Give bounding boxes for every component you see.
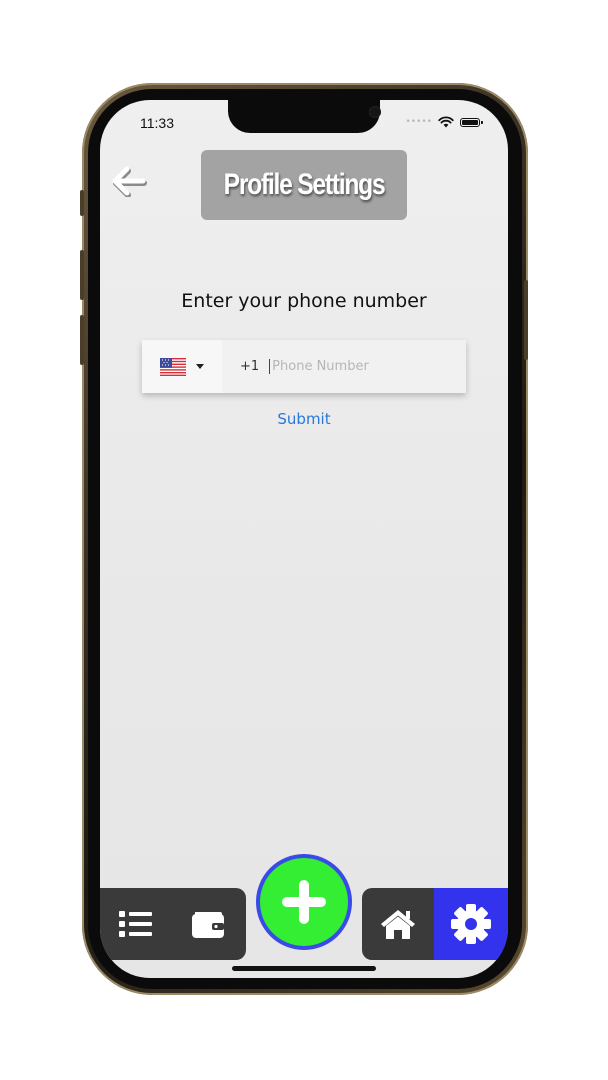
page-title-box: Profile Settings bbox=[201, 150, 407, 220]
side-button bbox=[80, 190, 84, 216]
arrow-left-icon bbox=[112, 166, 147, 197]
us-flag-icon bbox=[160, 357, 186, 376]
submit-button[interactable]: Submit bbox=[100, 410, 508, 428]
nav-wallet-button[interactable] bbox=[172, 888, 244, 960]
volume-down-button bbox=[80, 315, 84, 365]
notch bbox=[228, 100, 381, 133]
bottom-nav-right bbox=[362, 888, 508, 960]
signal-dots-icon: ••••• bbox=[405, 117, 432, 127]
back-button[interactable] bbox=[108, 160, 150, 202]
front-camera bbox=[369, 106, 381, 118]
phone-number-input[interactable] bbox=[269, 359, 433, 374]
app-screen: 11:33 ••••• Profile Settings Enter your … bbox=[100, 100, 508, 978]
list-icon bbox=[119, 911, 152, 937]
status-time: 11:33 bbox=[140, 115, 174, 131]
page-title: Profile Settings bbox=[223, 168, 386, 201]
power-button bbox=[524, 280, 528, 360]
nav-settings-button[interactable] bbox=[434, 888, 508, 960]
add-button[interactable] bbox=[256, 854, 352, 950]
home-icon bbox=[381, 910, 415, 939]
nav-list-button[interactable] bbox=[100, 888, 172, 960]
volume-up-button bbox=[80, 250, 84, 300]
gear-icon bbox=[451, 904, 491, 944]
wallet-icon bbox=[192, 912, 224, 938]
nav-home-button[interactable] bbox=[362, 888, 434, 960]
bottom-nav-left bbox=[100, 888, 246, 960]
phone-number-field: +1 bbox=[142, 340, 466, 393]
chevron-down-icon bbox=[196, 364, 204, 369]
home-indicator[interactable] bbox=[232, 966, 376, 971]
country-code-select[interactable] bbox=[142, 340, 222, 393]
phone-prompt: Enter your phone number bbox=[181, 290, 427, 312]
dial-code: +1 bbox=[240, 359, 260, 374]
battery-icon bbox=[460, 117, 483, 127]
wifi-icon bbox=[438, 116, 454, 128]
plus-icon bbox=[282, 880, 326, 924]
status-icons: ••••• bbox=[405, 116, 483, 128]
